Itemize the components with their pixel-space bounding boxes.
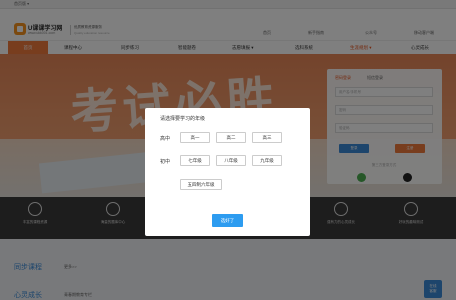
dialog-title: 请选择要学习的年级 [160,116,206,122]
grade-button-54-grade-6[interactable]: 五四制六年级 [180,179,222,190]
confirm-button[interactable]: 选好了 [212,214,243,227]
grade-button-senior-2[interactable]: 高二 [216,132,246,143]
grade-select-dialog: 请选择要学习的年级 高中 高一 高二 高三 初中 七年级 八年级 九年级 五四制… [145,108,310,236]
grade-button-senior-1[interactable]: 高一 [180,132,210,143]
grade-button-senior-3[interactable]: 高三 [252,132,282,143]
row-label-junior-high: 初中 [160,159,171,165]
grade-button-grade-8[interactable]: 八年级 [216,155,246,166]
row-label-senior-high: 高中 [160,136,171,142]
grade-button-grade-7[interactable]: 七年级 [180,155,210,166]
grade-button-grade-9[interactable]: 九年级 [252,155,282,166]
